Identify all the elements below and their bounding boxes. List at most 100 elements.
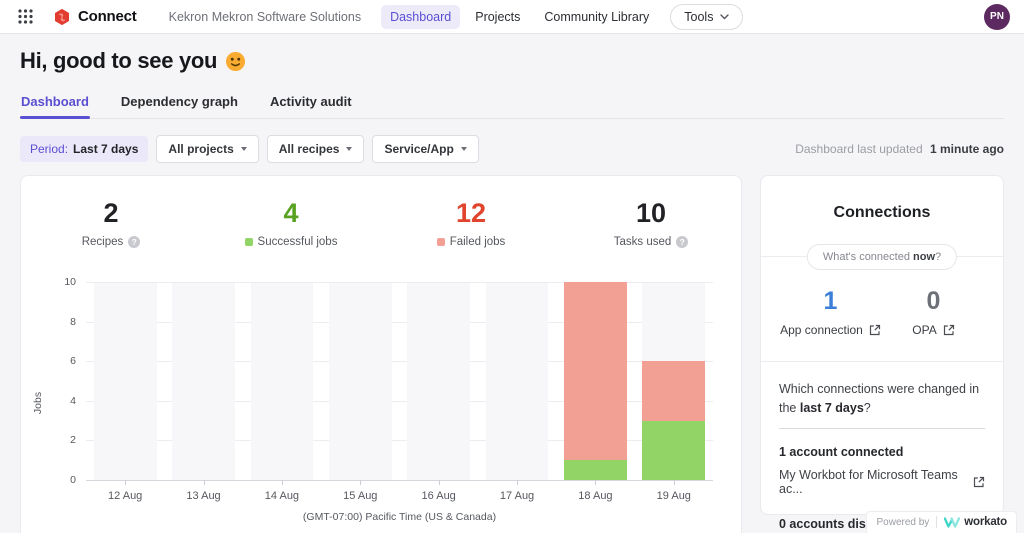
recipes-filter-dropdown[interactable]: All recipes — [266, 135, 365, 163]
powered-by-label: Powered by — [876, 516, 930, 528]
pill-bold-text: now — [913, 251, 936, 263]
stat-failed-label: Failed jobs — [449, 236, 506, 248]
x-axis-title: (GMT-07:00) Pacific Time (US & Canada) — [302, 511, 497, 523]
workspace-name[interactable]: Kekron Mekron Software Solutions — [169, 10, 361, 24]
x-axis-tick — [438, 480, 440, 485]
service-app-filter-label: Service/App — [384, 142, 454, 156]
stat-tasks-used: 10 Tasks used ? — [561, 200, 741, 248]
external-link-icon — [943, 324, 954, 336]
failed-swatch-icon — [436, 238, 445, 246]
chart-category-slot[interactable]: 17 Aug — [478, 283, 556, 502]
x-axis-tick-label: 19 Aug — [656, 490, 691, 502]
period-filter[interactable]: Period: Last 7 days — [20, 136, 149, 162]
chart-category-slot[interactable]: 13 Aug — [164, 283, 242, 502]
connection-counts: 1 App connection 0 OPA — [779, 289, 985, 337]
x-axis-tick — [595, 480, 597, 485]
bar-segment-failed-jobs[interactable] — [564, 282, 627, 461]
x-axis-tick-label: 18 Aug — [578, 490, 613, 502]
chart-category-slot[interactable]: 15 Aug — [321, 283, 399, 502]
stat-recipes: 2 Recipes ? — [21, 200, 201, 248]
connections-divider: What's connected now? — [761, 244, 1003, 270]
avatar[interactable]: PN — [984, 3, 1010, 30]
workato-brand-name: workato — [964, 516, 1007, 528]
opa-stat: 0 OPA — [882, 289, 985, 337]
stat-successful-value: 4 — [283, 198, 299, 228]
stat-tasks-value: 10 — [635, 198, 667, 228]
successful-swatch-icon — [244, 238, 253, 246]
connections-title: Connections — [833, 204, 931, 221]
category-band — [407, 283, 471, 480]
chart-category-slot[interactable]: 18 Aug — [556, 282, 634, 502]
bar-segment-successful-jobs[interactable] — [564, 460, 627, 480]
section-divider — [761, 361, 1003, 362]
x-axis-tick-label: 13 Aug — [186, 490, 221, 502]
caret-down-icon — [240, 147, 247, 151]
primary-nav: Kekron Mekron Software Solutions Dashboa… — [169, 3, 974, 30]
y-axis-tick-label: 2 — [70, 434, 76, 447]
brand-name: Connect — [78, 8, 137, 25]
whats-connected-pill[interactable]: What's connected now? — [806, 244, 958, 270]
opa-link[interactable]: OPA — [882, 323, 985, 337]
nav-dashboard[interactable]: Dashboard — [381, 4, 461, 29]
workato-logo-icon — [944, 516, 961, 528]
chevron-down-icon — [720, 13, 730, 19]
powered-by-badge[interactable]: Powered by workato — [866, 511, 1017, 533]
x-axis-tick-label: 15 Aug — [343, 490, 378, 502]
opa-label: OPA — [912, 323, 937, 337]
service-app-filter-dropdown[interactable]: Service/App — [372, 135, 479, 163]
app-connection-count: 1 — [823, 287, 838, 315]
category-band — [328, 283, 392, 480]
filter-bar: Period: Last 7 days All projects All rec… — [20, 135, 1004, 163]
tools-label: Tools — [684, 9, 714, 24]
tab-dependency-graph[interactable]: Dependency graph — [120, 90, 239, 118]
chart-category-slot[interactable]: 12 Aug — [86, 283, 164, 502]
tab-bar: Dashboard Dependency graph Activity audi… — [20, 90, 1004, 119]
tab-dashboard[interactable]: Dashboard — [20, 90, 90, 119]
pill-text: What's connected — [822, 251, 914, 263]
y-axis-title: Jobs — [32, 391, 44, 414]
app-launcher-icon[interactable] — [16, 7, 35, 26]
nav-community-library[interactable]: Community Library — [535, 5, 658, 29]
chart-plot-area[interactable]: 0 2 4 6 8 10 12 Aug 13 Aug 14 Aug 15 Aug 16 Aug 17 … — [64, 276, 713, 502]
app-connection-label: App connection — [780, 323, 863, 337]
page-body: Hi, good to see you Dashboard Dependency… — [0, 48, 1024, 533]
external-link-icon — [869, 324, 880, 336]
tools-menu-button[interactable]: Tools — [670, 3, 744, 30]
stat-successful-label: Successful jobs — [257, 236, 338, 248]
stat-recipes-value: 2 — [103, 198, 119, 228]
connections-card: Connections What's connected now? 1 App … — [760, 175, 1004, 531]
tab-activity-audit[interactable]: Activity audit — [269, 90, 353, 118]
chart-category-slot[interactable]: 14 Aug — [243, 283, 321, 502]
category-band — [250, 283, 314, 480]
projects-filter-dropdown[interactable]: All projects — [156, 135, 259, 163]
jobs-chart: Jobs 0 2 4 6 8 10 12 Aug 13 Aug 14 Aug 15 Aug 16 A… — [32, 276, 713, 523]
chart-category-slot[interactable]: 19 Aug — [635, 283, 713, 502]
y-axis-tick-label: 10 — [64, 276, 76, 288]
pill-suffix: ? — [935, 251, 942, 263]
x-axis-tick — [281, 480, 283, 485]
avatar-initials: PN — [990, 11, 1004, 22]
connections-changed-question: Which connections were changed in the la… — [779, 380, 985, 429]
app-window: Connect Kekron Mekron Software Solutions… — [0, 0, 1024, 533]
last-updated-value: 1 minute ago — [929, 142, 1004, 156]
category-band — [485, 283, 549, 480]
y-axis-tick-label: 8 — [70, 315, 76, 328]
x-axis-tick-label: 12 Aug — [108, 490, 143, 502]
x-axis-tick-label: 17 Aug — [499, 490, 535, 502]
smiley-emoji-icon — [225, 51, 246, 72]
help-icon[interactable]: ? — [128, 236, 141, 248]
chart-category-slot[interactable]: 16 Aug — [400, 283, 478, 502]
page-title: Hi, good to see you — [20, 48, 218, 73]
nav-projects[interactable]: Projects — [466, 5, 529, 29]
bar-segment-failed-jobs[interactable] — [642, 361, 706, 421]
bar-segment-successful-jobs[interactable] — [642, 420, 706, 480]
period-value: Last 7 days — [73, 142, 139, 156]
app-connection-link[interactable]: App connection — [779, 323, 882, 337]
jobs-summary-card: 2 Recipes ? 4 Successful jobs 12 Failed … — [20, 175, 742, 533]
y-axis-tick-label: 4 — [70, 394, 76, 407]
brand[interactable]: Connect — [53, 8, 137, 26]
category-band — [172, 283, 235, 480]
connected-account-link[interactable]: My Workbot for Microsoft Teams ac... — [779, 468, 985, 496]
help-icon[interactable]: ? — [676, 236, 689, 248]
x-axis-tick-label: 16 Aug — [421, 490, 456, 502]
